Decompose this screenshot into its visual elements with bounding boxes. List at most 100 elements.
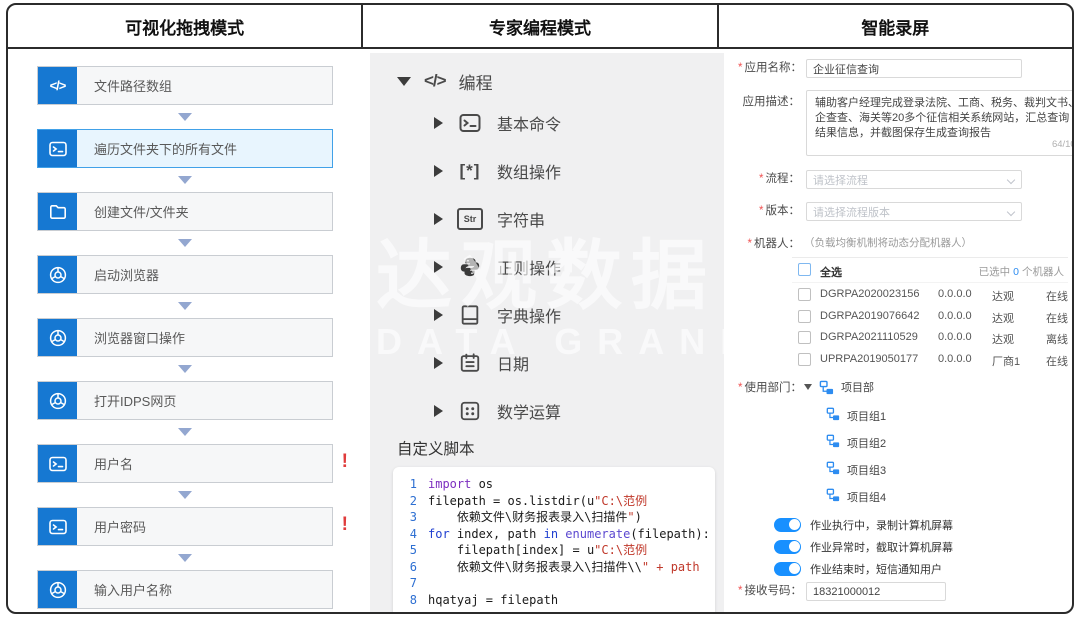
required-mark: * (759, 173, 763, 185)
robot-checkbox[interactable] (798, 288, 811, 301)
department-child[interactable]: 项目组1 (826, 407, 886, 424)
tree-node-terminal[interactable]: 基本命令 (370, 99, 724, 147)
flow-block-label: 用户密码 (77, 508, 332, 545)
flow-block[interactable]: 用户密码! (37, 507, 333, 546)
robot-checkbox[interactable] (798, 331, 811, 344)
flow-connector (37, 168, 333, 192)
app-desc-textarea[interactable]: 辅助客户经理完成登录法院、工商、税务、裁判文书、企查查、海关等20多个征信相关系… (806, 90, 1074, 156)
flow-block-card[interactable]: 创建文件/文件夹 (37, 192, 333, 231)
flow-block-card[interactable]: 用户密码 (37, 507, 333, 546)
code-token: filepath = os.listdir(u (428, 494, 594, 508)
flow-block-card[interactable]: 输入用户名称 (37, 570, 333, 609)
toggle-label: 作业结束时，短信通知用户 (810, 561, 942, 577)
toggle-switch[interactable] (774, 562, 801, 576)
flow-block-card[interactable]: 遍历文件夹下的所有文件 (37, 129, 333, 168)
code-editor[interactable]: 1import os2 filepath = os.listdir(u "C:\范例… (393, 467, 715, 614)
caret-right-icon[interactable] (434, 261, 443, 273)
robot-checkbox[interactable] (798, 310, 811, 323)
tree-node-array[interactable]: [*]数组操作 (370, 147, 724, 195)
flow-block[interactable]: </>文件路径数组 (37, 66, 333, 105)
department-root-label: 项目部 (841, 379, 874, 395)
robot-list-header: 全选 已选中0个机器人 (792, 258, 1068, 283)
header-visual-mode: 可视化拖拽模式 (8, 5, 361, 47)
department-child[interactable]: 项目组2 (826, 434, 886, 451)
toggle-row: 作业异常时，截取计算机屏幕 (774, 539, 953, 554)
caret-down-icon[interactable] (397, 77, 411, 86)
receiver-input[interactable] (806, 582, 946, 601)
code-line: 5 filepath[index] = u"C:\范例 (395, 542, 709, 559)
robot-row: UPRPA20190501770.0.0.0厂商1在线 (792, 348, 1068, 370)
expert-code-panel: </> 编程 基本命令[*]数组操作Str字符串正则操作字典操作日期数学运算 自… (370, 53, 724, 612)
code-line: 1import os (395, 476, 709, 493)
select-all-checkbox[interactable] (798, 263, 811, 276)
tree-node-str[interactable]: Str字符串 (370, 195, 724, 243)
department-child[interactable]: 项目组3 (826, 461, 886, 478)
flow-block[interactable]: 遍历文件夹下的所有文件 (37, 129, 333, 168)
robot-vendor: 达观 (992, 288, 1014, 304)
toggle-switch[interactable] (774, 518, 801, 532)
robot-row: DGRPA20211105290.0.0.0达观离线 (792, 326, 1068, 348)
department-child-label: 项目组3 (847, 462, 886, 478)
flow-block-card[interactable]: 启动浏览器 (37, 255, 333, 294)
selected-count-number: 0 (1013, 266, 1019, 278)
flow-connector (37, 231, 333, 255)
flow-block[interactable]: 输入用户名称 (37, 570, 333, 609)
tree-node-python[interactable]: 正则操作 (370, 243, 724, 291)
down-arrow-icon (178, 239, 192, 247)
line-number: 2 (395, 493, 417, 510)
caret-down-icon[interactable] (804, 384, 812, 390)
department-child[interactable]: 项目组4 (826, 488, 886, 505)
selected-count: 已选中0个机器人 (979, 264, 1064, 279)
browser-icon (48, 265, 68, 285)
code-line: 6 依赖文件\财务报表录入\扫描件\\" + path (395, 559, 709, 576)
flow-block-card[interactable]: 打开IDPS网页 (37, 381, 333, 420)
flow-block-label: 浏览器窗口操作 (77, 319, 332, 356)
flow-block[interactable]: 创建文件/文件夹 (37, 192, 333, 231)
caret-right-icon[interactable] (434, 309, 443, 321)
flow-block-label: 创建文件/文件夹 (77, 193, 332, 230)
tree-node-label: 日期 (497, 351, 529, 375)
app-desc-text: 辅助客户经理完成登录法院、工商、税务、裁判文书、企查查、海关等20多个征信相关系… (815, 97, 1074, 139)
toggle-knob (789, 563, 800, 574)
tree-node-math[interactable]: 数学运算 (370, 387, 724, 435)
header-expert-mode: 专家编程模式 (361, 5, 716, 47)
department-root[interactable]: 项目部 (804, 379, 874, 395)
caret-right-icon[interactable] (434, 117, 443, 129)
robot-name: DGRPA2020023156 (820, 288, 919, 300)
terminal-icon-box (38, 130, 77, 167)
str-icon-box: Str (457, 206, 483, 232)
caret-right-icon[interactable] (434, 357, 443, 369)
toggle-switch[interactable] (774, 540, 801, 554)
toggle-row: 作业执行中，录制计算机屏幕 (774, 517, 953, 532)
tree-node-calendar[interactable]: 日期 (370, 339, 724, 387)
flow-connector (37, 357, 333, 381)
flow-block[interactable]: 启动浏览器 (37, 255, 333, 294)
robot-checkbox[interactable] (798, 353, 811, 366)
code-token: in (544, 527, 558, 541)
caret-right-icon[interactable] (434, 405, 443, 417)
python-icon-box (457, 254, 483, 280)
warning-exclamation: ! (342, 515, 348, 535)
caret-right-icon[interactable] (434, 165, 443, 177)
code-token: " (627, 510, 634, 524)
flow-block-card[interactable]: 浏览器窗口操作 (37, 318, 333, 357)
flow-block-card[interactable]: 用户名 (37, 444, 333, 483)
array-icon-box: [*] (457, 158, 483, 184)
code-token: "C:\范例 (594, 543, 647, 557)
tree-node-programming[interactable]: </> 编程 (370, 53, 724, 99)
terminal-icon-box (38, 508, 77, 545)
flow-block[interactable]: 浏览器窗口操作 (37, 318, 333, 357)
app-desc-label: 应用描述： (738, 93, 800, 109)
tree-node-book[interactable]: 字典操作 (370, 291, 724, 339)
flow-block-card[interactable]: </>文件路径数组 (37, 66, 333, 105)
app-name-input[interactable] (806, 59, 1022, 78)
code-token: filepath[index] = u (428, 543, 594, 557)
flow-connector (37, 294, 333, 318)
version-select[interactable]: 请选择流程版本 (806, 202, 1022, 221)
flow-block[interactable]: 打开IDPS网页 (37, 381, 333, 420)
required-mark: * (738, 382, 742, 394)
flow-block[interactable]: 用户名! (37, 444, 333, 483)
process-select[interactable]: 请选择流程 (806, 170, 1022, 189)
robot-list-panel: 全选 已选中0个机器人 DGRPA20200231560.0.0.0达观在线DG… (792, 257, 1068, 369)
caret-right-icon[interactable] (434, 213, 443, 225)
